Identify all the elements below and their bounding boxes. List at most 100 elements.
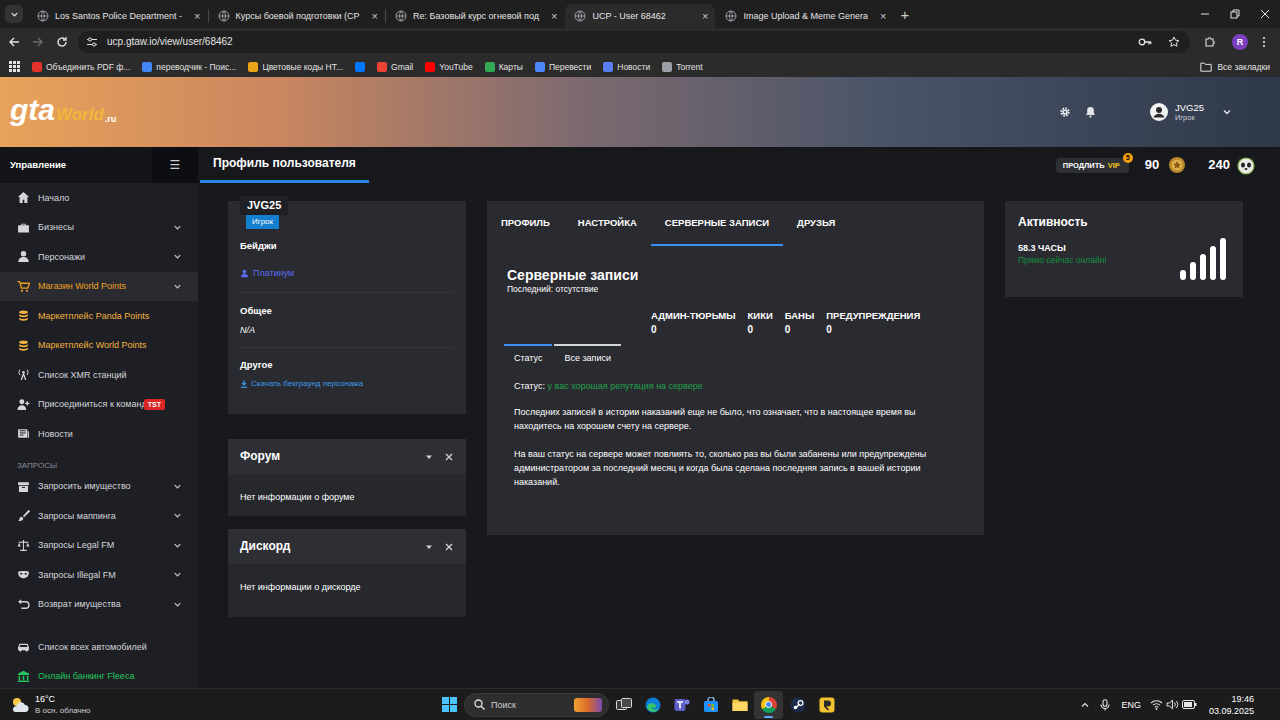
profile-tab[interactable]: НАСТРОЙКА <box>564 201 651 246</box>
bookmark[interactable]: YouTube <box>425 61 472 73</box>
all-bookmarks-label: Все закладки <box>1217 61 1270 73</box>
close-x-icon[interactable] <box>444 542 454 552</box>
taskbar-app[interactable] <box>667 691 696 719</box>
collapse-caret-icon[interactable] <box>424 542 434 552</box>
reload-icon[interactable] <box>50 30 74 54</box>
bookmark[interactable]: Карты <box>485 61 523 73</box>
sidebar-item[interactable]: Присоединиться к команде!TST <box>0 390 198 420</box>
address-bar[interactable]: ucp.gtaw.io/view/user/68462 <box>78 31 1190 53</box>
url-text[interactable]: ucp.gtaw.io/view/user/68462 <box>107 35 1129 49</box>
badge-link[interactable]: Платинум <box>240 266 454 280</box>
profile-avatar[interactable]: R <box>1232 34 1248 50</box>
sidebar-item[interactable]: Новости <box>0 419 198 449</box>
expand-chevron-icon <box>173 193 182 202</box>
sidebar-item[interactable]: Запросы маппинга <box>0 501 198 531</box>
system-tray[interactable] <box>1147 698 1201 712</box>
browser-tab[interactable]: UCP - User 68462× <box>565 4 715 28</box>
sidebar-item[interactable]: Запросить имущество <box>0 472 198 502</box>
close-window-icon[interactable] <box>1250 0 1280 28</box>
extend-vip-button[interactable]: ПРОДЛИТЬVIP5 <box>1056 158 1129 173</box>
sidebar-item[interactable]: Маркетплейс World Points <box>0 331 198 361</box>
tray-chevron-icon[interactable] <box>1075 693 1095 717</box>
browser-tab[interactable]: Los Santos Police Department -× <box>28 4 208 28</box>
clock[interactable]: 19:4603.09.2025 <box>1209 693 1254 717</box>
taskbar-app[interactable] <box>812 691 841 719</box>
taskbar-app[interactable] <box>754 691 783 719</box>
section-text: N/A <box>240 323 255 337</box>
download-link[interactable]: Скачать бекграунд персонажа <box>240 377 454 391</box>
sidebar-item[interactable]: Магазин World Points <box>0 272 198 302</box>
collapse-caret-icon[interactable] <box>424 452 434 462</box>
notifications-bell-icon[interactable] <box>1084 105 1098 119</box>
account-chevron-icon[interactable] <box>1222 107 1232 117</box>
browser-tab[interactable]: Re: Базовый курс огневой под× <box>386 4 564 28</box>
minimize-icon[interactable] <box>1190 0 1220 28</box>
taskbar-app[interactable] <box>609 691 638 719</box>
sidebar-badge: TST <box>144 399 165 410</box>
new-tab-button[interactable]: + <box>900 6 909 24</box>
bookmark[interactable]: Объединить PDF ф... <box>32 61 130 73</box>
sidebar-item[interactable]: Возврат имущества <box>0 590 198 620</box>
sidebar-item[interactable]: Начало <box>0 183 198 213</box>
sidebar-item[interactable]: Список всех автомобилей <box>0 632 198 662</box>
tab-close-button[interactable]: × <box>194 10 200 22</box>
sidebar-item[interactable]: Персонажи <box>0 242 198 272</box>
tab-title: Курсы боевой подготовки (СР <box>236 10 360 22</box>
records-subtab[interactable]: Статус <box>504 344 552 369</box>
tab-search-icon[interactable] <box>5 5 23 23</box>
weather-cloud-icon <box>10 696 30 714</box>
bookmark[interactable]: Перевести <box>535 61 591 73</box>
microphone-icon[interactable] <box>1095 693 1115 717</box>
settings-gear-icon[interactable] <box>1058 105 1072 119</box>
taskbar-app[interactable] <box>638 691 667 719</box>
sidebar-item[interactable]: Бизнесы <box>0 213 198 243</box>
language-indicator[interactable]: ENG <box>1115 699 1147 711</box>
taskbar-search[interactable]: Поиск <box>464 693 609 717</box>
bookmark[interactable] <box>355 62 365 72</box>
tab-close-button[interactable]: × <box>372 10 378 22</box>
extensions-icon[interactable] <box>1198 30 1222 54</box>
site-settings-icon[interactable] <box>85 35 99 49</box>
tab-close-button[interactable]: × <box>551 10 557 22</box>
site-logo[interactable]: gtaWorld.ru <box>10 95 116 129</box>
profile-tab[interactable]: ДРУЗЬЯ <box>783 201 849 246</box>
tab-close-button[interactable]: × <box>702 10 708 22</box>
account-info[interactable]: JVG25Игрок <box>1175 102 1204 123</box>
sidebar-item[interactable]: Маркетплейс Panda Points <box>0 301 198 331</box>
records-subtab[interactable]: Все записи <box>554 344 621 369</box>
back-arrow-icon[interactable] <box>2 30 26 54</box>
profile-tab[interactable]: ПРОФИЛЬ <box>487 201 564 246</box>
browser-tab[interactable]: Image Upload & Meme Genera× <box>716 4 893 28</box>
sidebar-item[interactable]: Список XMR станций <box>0 360 198 390</box>
restore-icon[interactable] <box>1220 0 1250 28</box>
taskbar-app[interactable] <box>725 691 754 719</box>
steam-icon <box>790 697 806 713</box>
download-icon <box>240 380 248 388</box>
all-bookmarks[interactable]: Все закладки <box>1200 61 1270 73</box>
bookmark[interactable]: Torrent <box>662 61 702 73</box>
taskbar-app[interactable] <box>696 691 725 719</box>
profile-tab[interactable]: СЕРВЕРНЫЕ ЗАПИСИ <box>651 201 783 246</box>
sidebar-item[interactable]: Запросы Legal FM <box>0 531 198 561</box>
bookmark[interactable]: Цветовые коды HT... <box>248 61 343 73</box>
sidebar-label: Список XMR станций <box>38 369 165 381</box>
menu-dots-icon[interactable] <box>1254 30 1274 54</box>
taskbar-app[interactable] <box>783 691 812 719</box>
sidebar-toggle-button[interactable]: ☰ <box>170 158 181 172</box>
browser-tab[interactable]: Курсы боевой подготовки (СР × <box>209 4 386 28</box>
edge-icon <box>645 697 661 713</box>
sidebar-item[interactable]: Запросы Illegal FM <box>0 560 198 590</box>
sidebar-item[interactable]: Онлайн банкинг Fleeca <box>0 662 198 689</box>
apps-grid-icon[interactable] <box>8 61 20 73</box>
section-title: Общее <box>240 304 454 318</box>
user-avatar-icon[interactable] <box>1150 103 1168 121</box>
password-key-icon[interactable] <box>1137 35 1153 49</box>
bookmark[interactable]: Gmail <box>377 61 413 73</box>
tab-close-button[interactable]: × <box>880 10 886 22</box>
close-x-icon[interactable] <box>444 452 454 462</box>
windows-start-icon[interactable] <box>438 691 460 719</box>
bookmark-star-icon[interactable] <box>1167 35 1181 49</box>
weather-widget[interactable]: 16°CВ осн. облачно <box>0 694 430 716</box>
bookmark[interactable]: переводчик - Поис... <box>142 61 236 73</box>
bookmark[interactable]: Новости <box>603 61 650 73</box>
